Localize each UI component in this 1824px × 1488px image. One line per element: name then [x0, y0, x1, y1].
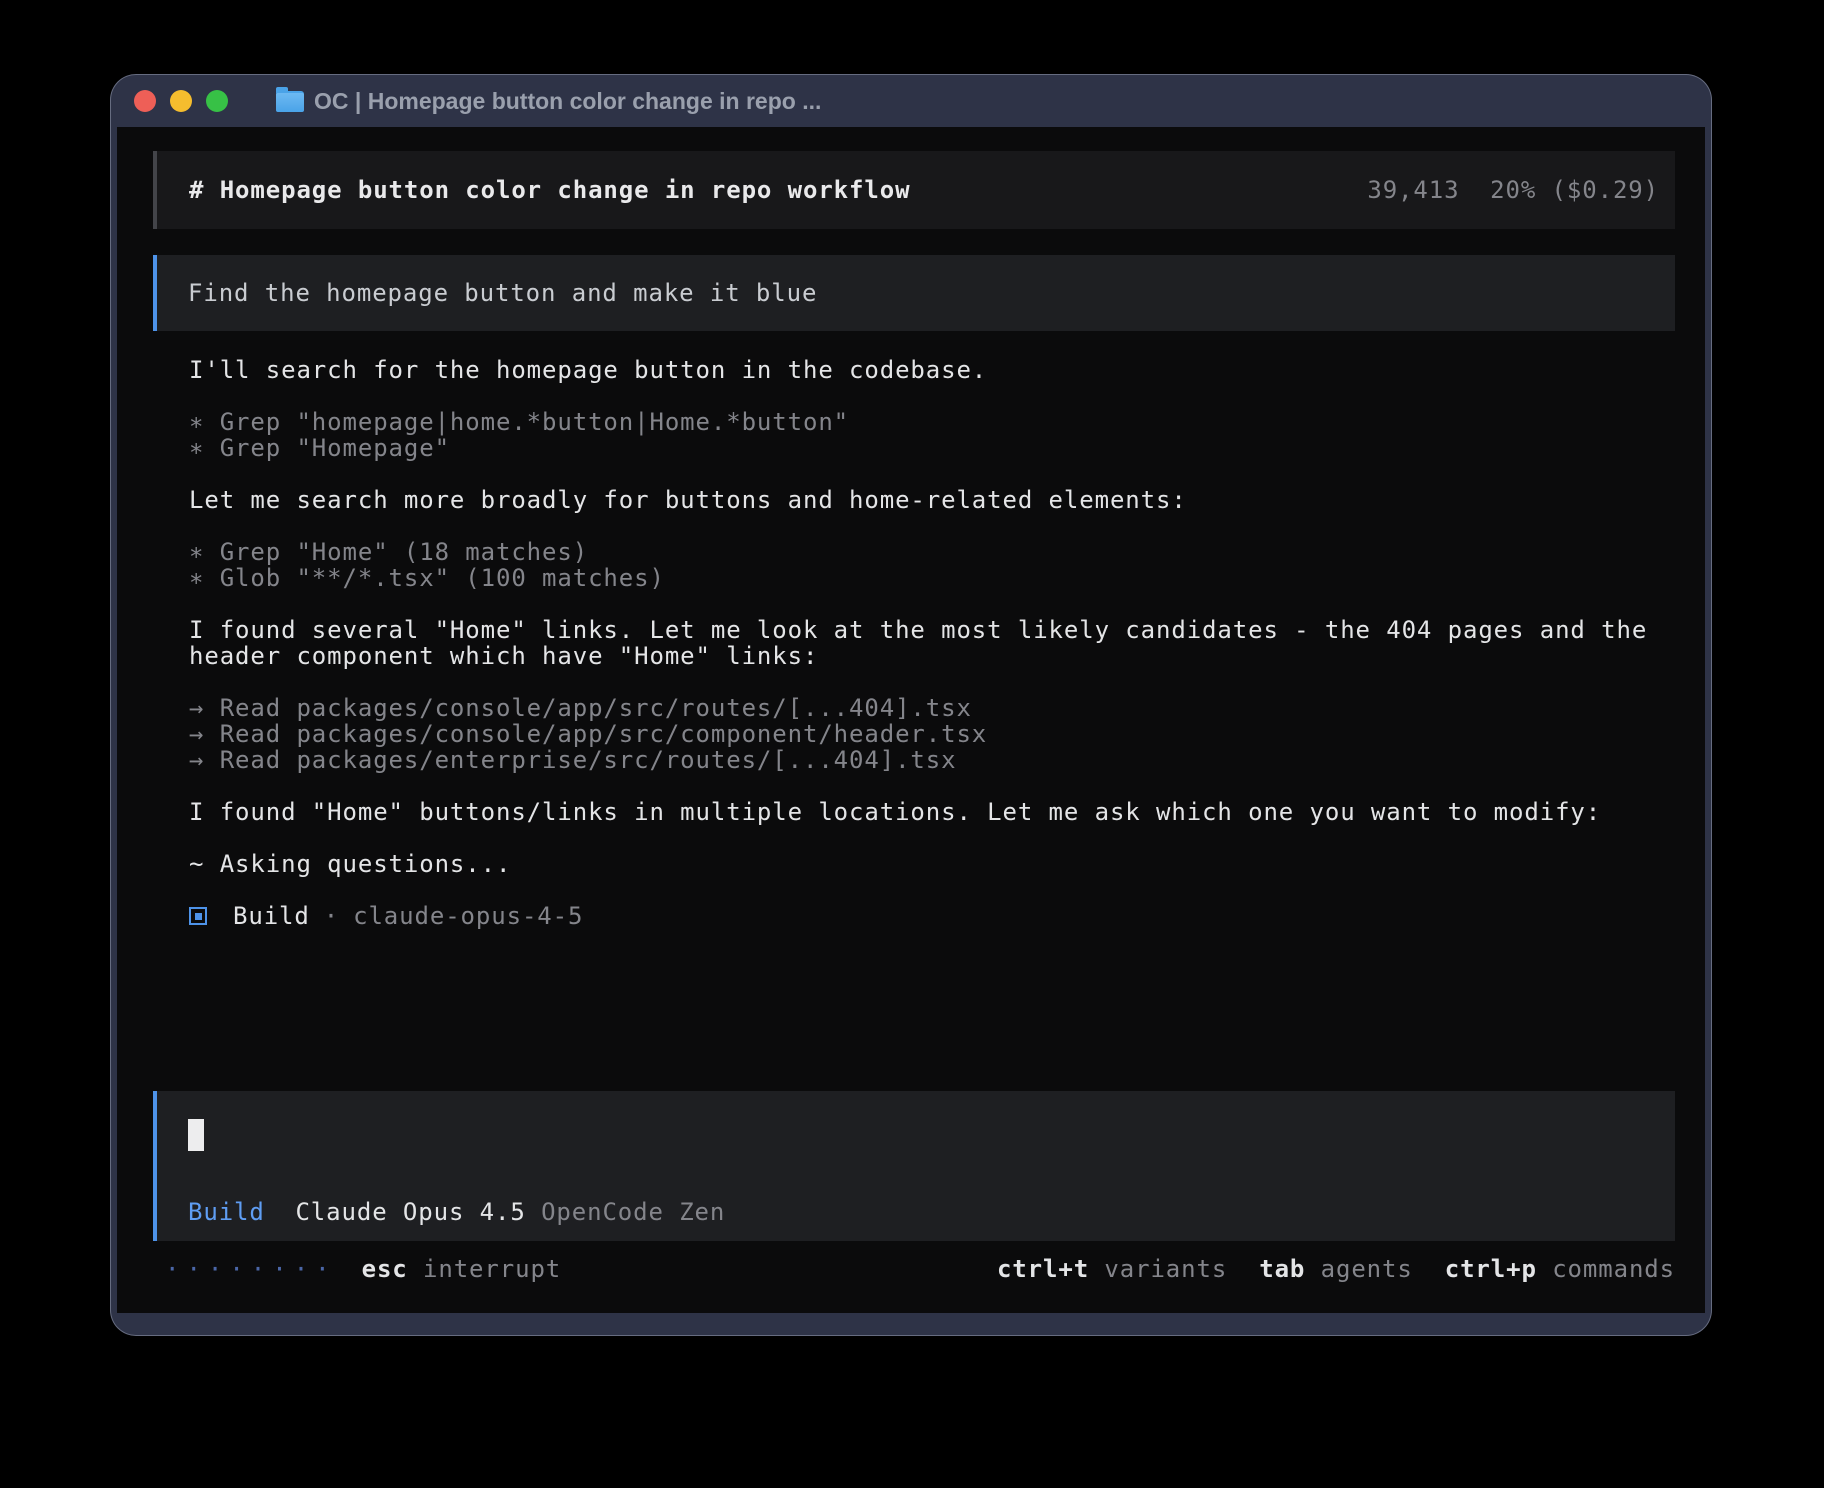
tool-call-line: ∗ Grep "Homepage"	[189, 435, 1675, 461]
prompt-input[interactable]: Build Claude Opus 4.5 OpenCode Zen	[153, 1091, 1675, 1241]
traffic-lights	[134, 90, 228, 112]
shortcut-tab: tab agents	[1259, 1256, 1413, 1282]
status-left-shortcuts: esc interrupt	[362, 1256, 562, 1282]
tool-call-line: ∗ Glob "**/*.tsx" (100 matches)	[189, 565, 1675, 591]
shortcut-ctrl-p: ctrl+p commands	[1445, 1256, 1675, 1282]
blank-line	[189, 383, 1675, 409]
terminal-content: # Homepage button color change in repo w…	[117, 127, 1705, 1313]
session-stats: 39,413 20% ($0.29)	[1367, 177, 1659, 203]
shortcut-label: commands	[1537, 1256, 1675, 1282]
tool-call-line: → Read packages/console/app/src/routes/[…	[189, 695, 1675, 721]
assistant-text-line: I found several "Home" links. Let me loo…	[189, 617, 1675, 669]
tool-call-line: ∗ Grep "homepage|home.*button|Home.*butt…	[189, 409, 1675, 435]
status-right-shortcuts: ctrl+t variants tab agents ctrl+p commands	[997, 1256, 1675, 1282]
window-titlebar[interactable]: OC | Homepage button color change in rep…	[111, 75, 1711, 127]
shortcut-label: agents	[1305, 1256, 1412, 1282]
blank-line	[189, 513, 1675, 539]
shortcut-key: esc	[362, 1256, 408, 1282]
shortcut-esc: esc interrupt	[362, 1256, 562, 1282]
agent-model: claude-opus-4-5	[353, 903, 583, 929]
blank-line	[189, 773, 1675, 799]
transcript: I'll search for the homepage button in t…	[189, 357, 1675, 877]
agent-separator: ·	[324, 903, 339, 929]
close-button[interactable]	[134, 90, 156, 112]
tool-call-line: ∗ Grep "Home" (18 matches)	[189, 539, 1675, 565]
folder-icon	[276, 91, 304, 112]
input-mode: Build	[188, 1198, 265, 1226]
agent-name: Build	[233, 903, 310, 929]
shortcut-key: tab	[1259, 1256, 1305, 1282]
shortcut-label: interrupt	[408, 1256, 562, 1282]
shortcut-ctrl-t: ctrl+t variants	[997, 1256, 1227, 1282]
spinner-dots: ········	[165, 1256, 337, 1282]
minimize-button[interactable]	[170, 90, 192, 112]
blank-line	[189, 591, 1675, 617]
flex-spacer	[153, 929, 1675, 1091]
blank-line	[189, 461, 1675, 487]
input-mode-line: Build Claude Opus 4.5 OpenCode Zen	[188, 1199, 1659, 1225]
tool-call-line: → Read packages/enterprise/src/routes/[.…	[189, 747, 1675, 773]
blank-line	[189, 669, 1675, 695]
zoom-button[interactable]	[206, 90, 228, 112]
user-message-text: Find the homepage button and make it blu…	[188, 280, 817, 306]
assistant-text-line: I found "Home" buttons/links in multiple…	[189, 799, 1675, 825]
token-count: 39,413	[1367, 176, 1459, 204]
build-agent-icon	[189, 907, 207, 925]
shortcut-label: variants	[1089, 1256, 1227, 1282]
session-header: # Homepage button color change in repo w…	[153, 151, 1675, 229]
assistant-text-line: ~ Asking questions...	[189, 851, 1675, 877]
input-model: Claude Opus 4.5	[295, 1198, 525, 1226]
status-bar-left: ········ esc interrupt	[165, 1256, 561, 1282]
shortcut-key: ctrl+p	[1445, 1256, 1537, 1282]
assistant-text-line: Let me search more broadly for buttons a…	[189, 487, 1675, 513]
session-title: # Homepage button color change in repo w…	[189, 177, 910, 203]
agent-status-line: Build · claude-opus-4-5	[189, 903, 1675, 929]
window-title: OC | Homepage button color change in rep…	[314, 88, 821, 115]
text-cursor	[188, 1119, 204, 1151]
user-message: Find the homepage button and make it blu…	[153, 255, 1675, 331]
blank-line	[189, 825, 1675, 851]
terminal-window: OC | Homepage button color change in rep…	[110, 74, 1712, 1336]
context-usage: 20% ($0.29)	[1490, 176, 1659, 204]
desktop-background: OC | Homepage button color change in rep…	[0, 0, 1824, 1488]
input-provider: OpenCode Zen	[541, 1198, 725, 1226]
assistant-text-line: I'll search for the homepage button in t…	[189, 357, 1675, 383]
status-bar: ········ esc interrupt ctrl+t variants ta…	[153, 1255, 1675, 1283]
tool-call-line: → Read packages/console/app/src/componen…	[189, 721, 1675, 747]
shortcut-key: ctrl+t	[997, 1256, 1089, 1282]
